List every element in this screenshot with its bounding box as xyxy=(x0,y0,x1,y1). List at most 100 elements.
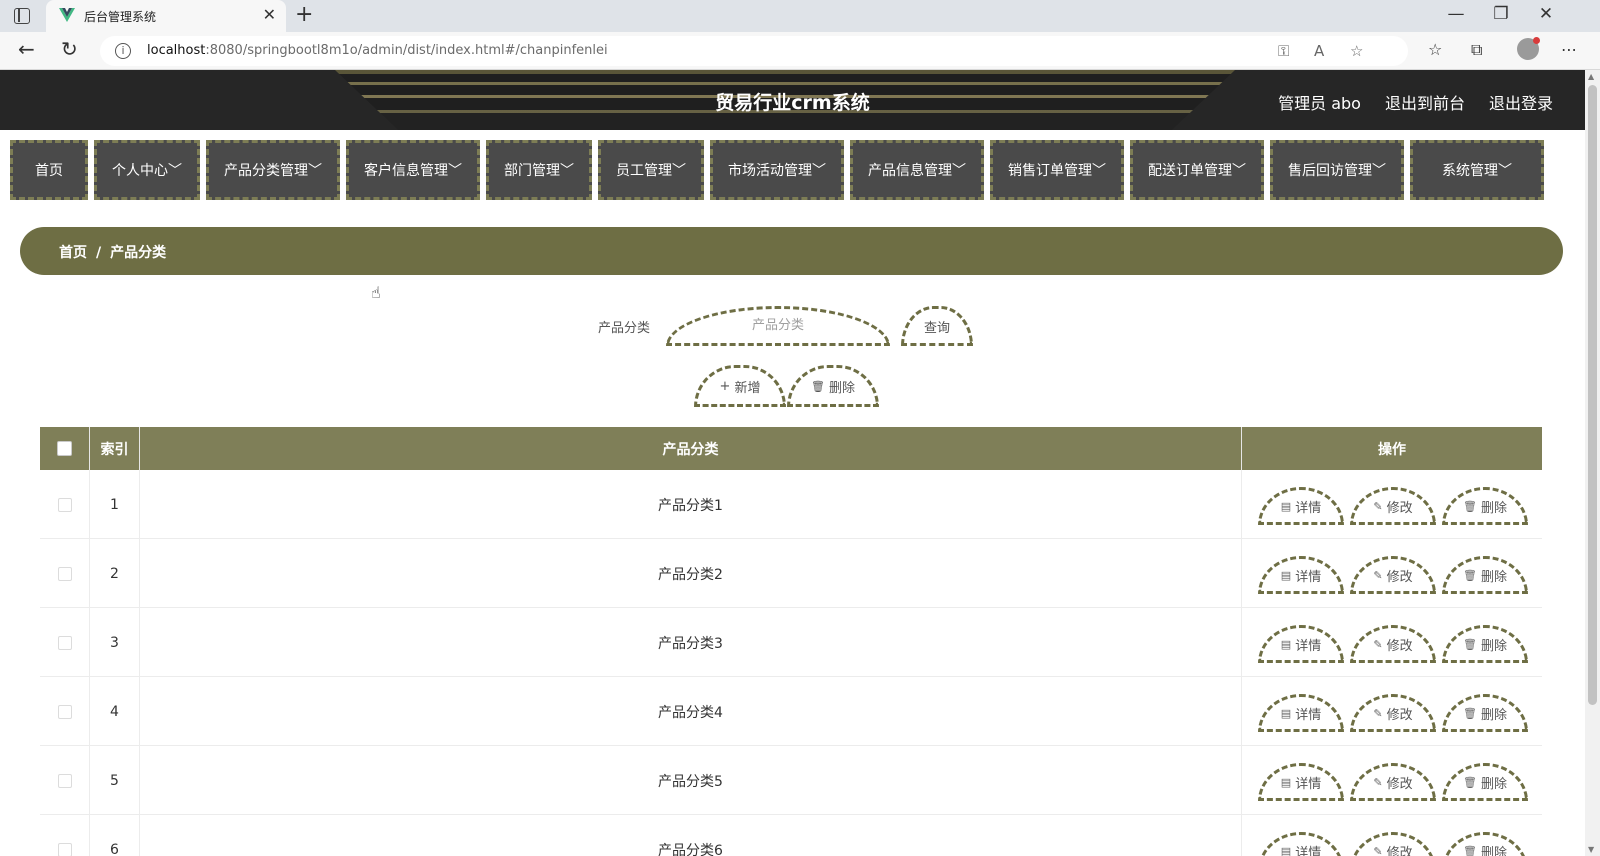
chevron-down-icon: ﹀ xyxy=(560,163,574,179)
row-checkbox[interactable] xyxy=(57,497,72,512)
delete-button[interactable]: 🗑 删除 xyxy=(1442,487,1528,525)
breadcrumb-bar: 首页 / 产品分类 xyxy=(20,227,1563,275)
key-icon[interactable]: ⚿ xyxy=(1278,42,1289,60)
edit-button[interactable]: ✎ 修改 xyxy=(1350,487,1436,525)
trash-icon: 🗑 xyxy=(811,379,825,393)
row-checkbox[interactable] xyxy=(57,773,72,788)
row-checkbox[interactable] xyxy=(57,566,72,581)
favorites-icon[interactable]: ☆ xyxy=(1428,40,1442,59)
scrollbar[interactable]: ▲ ▼ xyxy=(1585,70,1600,856)
query-button[interactable]: 查询 xyxy=(901,306,973,346)
table-row: 6 产品分类6 ▤ 详情 ✎ 修改 🗑 删除 xyxy=(40,815,1542,856)
menu-item-product-category[interactable]: 产品分类管理 ﹀ xyxy=(206,140,340,200)
edit-button[interactable]: ✎ 修改 xyxy=(1350,694,1436,732)
edit-button[interactable]: ✎ 修改 xyxy=(1350,763,1436,801)
delete-button[interactable]: 🗑 删除 xyxy=(1442,556,1528,594)
edit-icon: ✎ xyxy=(1373,844,1383,856)
delete-button[interactable]: 🗑 删除 xyxy=(1442,832,1528,856)
exit-to-front-link[interactable]: 退出到前台 xyxy=(1385,90,1465,114)
edit-button[interactable]: ✎ 修改 xyxy=(1350,625,1436,663)
header-index: 索引 xyxy=(90,427,140,470)
row-checkbox[interactable] xyxy=(57,842,72,856)
trash-icon: 🗑 xyxy=(1463,637,1477,651)
menu-item-employee[interactable]: 员工管理 ﹀ xyxy=(598,140,704,200)
plus-icon: + xyxy=(719,378,731,394)
restore-icon[interactable]: ❐ xyxy=(1486,4,1516,24)
menu-item-marketing[interactable]: 市场活动管理 ﹀ xyxy=(710,140,844,200)
info-icon[interactable]: i xyxy=(115,43,131,59)
site-header: 贸易行业crm系统 管理员 abo 退出到前台 退出登录 xyxy=(0,70,1585,130)
detail-button[interactable]: ▤ 详情 xyxy=(1258,694,1344,732)
collections-icon[interactable]: ⧉ xyxy=(1471,40,1482,60)
back-arrow-icon[interactable]: ← xyxy=(18,37,35,61)
chevron-down-icon: ﹀ xyxy=(1498,163,1512,179)
menu-item-customer[interactable]: 客户信息管理 ﹀ xyxy=(346,140,480,200)
menu-item-personal[interactable]: 个人中心 ﹀ xyxy=(94,140,200,200)
table-row: 3 产品分类3 ▤ 详情 ✎ 修改 🗑 删除 xyxy=(40,608,1542,677)
row-select-cell[interactable] xyxy=(40,539,90,608)
row-select-cell[interactable] xyxy=(40,815,90,856)
tab-close-icon[interactable]: ✕ xyxy=(263,5,276,24)
menu-item-after-sales[interactable]: 售后回访管理 ﹀ xyxy=(1270,140,1404,200)
batch-delete-button[interactable]: 🗑 删除 xyxy=(787,365,879,407)
edit-button[interactable]: ✎ 修改 xyxy=(1350,832,1436,856)
row-index: 5 xyxy=(90,746,140,815)
scroll-thumb[interactable] xyxy=(1588,85,1597,705)
row-checkbox[interactable] xyxy=(57,635,72,650)
delete-button[interactable]: 🗑 删除 xyxy=(1442,625,1528,663)
row-checkbox[interactable] xyxy=(57,704,72,719)
menu-item-sales-order[interactable]: 销售订单管理 ﹀ xyxy=(990,140,1124,200)
read-aloud-icon[interactable]: A xyxy=(1314,42,1324,60)
vue-logo-icon xyxy=(59,8,75,22)
add-favorite-icon[interactable]: ☆ xyxy=(1350,42,1363,60)
row-select-cell[interactable] xyxy=(40,746,90,815)
row-category: 产品分类1 xyxy=(140,470,1242,539)
new-tab-icon[interactable]: + xyxy=(295,2,313,27)
tab-title: 后台管理系统 xyxy=(84,10,157,24)
trash-icon: 🗑 xyxy=(1463,775,1477,789)
search-input[interactable]: 产品分类 xyxy=(666,306,890,346)
delete-button[interactable]: 🗑 删除 xyxy=(1442,694,1528,732)
window-close-icon[interactable]: ✕ xyxy=(1531,4,1561,24)
more-icon[interactable]: ⋯ xyxy=(1561,40,1577,59)
breadcrumb-current: 产品分类 xyxy=(110,245,167,261)
row-category: 产品分类3 xyxy=(140,608,1242,677)
scroll-up-icon[interactable]: ▲ xyxy=(1588,72,1594,81)
table-row: 2 产品分类2 ▤ 详情 ✎ 修改 🗑 删除 xyxy=(40,539,1542,608)
detail-button[interactable]: ▤ 详情 xyxy=(1258,556,1344,594)
scroll-down-icon[interactable]: ▼ xyxy=(1588,845,1594,854)
refresh-icon[interactable]: ↻ xyxy=(61,37,78,61)
breadcrumb-home[interactable]: 首页 xyxy=(59,245,87,261)
menu-item-department[interactable]: 部门管理 ﹀ xyxy=(486,140,592,200)
document-icon: ▤ xyxy=(1280,499,1292,513)
table-row: 5 产品分类5 ▤ 详情 ✎ 修改 🗑 删除 xyxy=(40,746,1542,815)
document-icon: ▤ xyxy=(1280,844,1292,856)
menu-item-delivery-order[interactable]: 配送订单管理 ﹀ xyxy=(1130,140,1264,200)
detail-button[interactable]: ▤ 详情 xyxy=(1258,625,1344,663)
tab-actions-icon[interactable] xyxy=(14,8,30,24)
add-button[interactable]: + 新增 xyxy=(694,365,786,407)
delete-button[interactable]: 🗑 删除 xyxy=(1442,763,1528,801)
detail-button[interactable]: ▤ 详情 xyxy=(1258,832,1344,856)
select-all-checkbox[interactable] xyxy=(57,441,72,456)
detail-button[interactable]: ▤ 详情 xyxy=(1258,487,1344,525)
logout-link[interactable]: 退出登录 xyxy=(1489,90,1553,114)
address-bar[interactable]: i localhost:8080/springbootl8m1o/admin/d… xyxy=(100,36,1408,66)
minimize-icon[interactable]: — xyxy=(1441,4,1471,24)
browser-tab[interactable]: 后台管理系统 ✕ xyxy=(46,0,286,32)
menu-item-home[interactable]: 首页 xyxy=(10,140,88,200)
row-index: 1 xyxy=(90,470,140,539)
document-icon: ▤ xyxy=(1280,706,1292,720)
edit-button[interactable]: ✎ 修改 xyxy=(1350,556,1436,594)
row-select-cell[interactable] xyxy=(40,470,90,539)
row-select-cell[interactable] xyxy=(40,608,90,677)
table-row: 1 产品分类1 ▤ 详情 ✎ 修改 🗑 删除 xyxy=(40,470,1542,539)
header-select-all[interactable] xyxy=(40,427,90,470)
row-select-cell[interactable] xyxy=(40,677,90,746)
row-category: 产品分类5 xyxy=(140,746,1242,815)
menu-item-product-info[interactable]: 产品信息管理 ﹀ xyxy=(850,140,984,200)
detail-button[interactable]: ▤ 详情 xyxy=(1258,763,1344,801)
menu-item-system[interactable]: 系统管理 ﹀ xyxy=(1410,140,1544,200)
chevron-down-icon: ﹀ xyxy=(1092,163,1106,179)
breadcrumb-separator: / xyxy=(96,245,102,261)
